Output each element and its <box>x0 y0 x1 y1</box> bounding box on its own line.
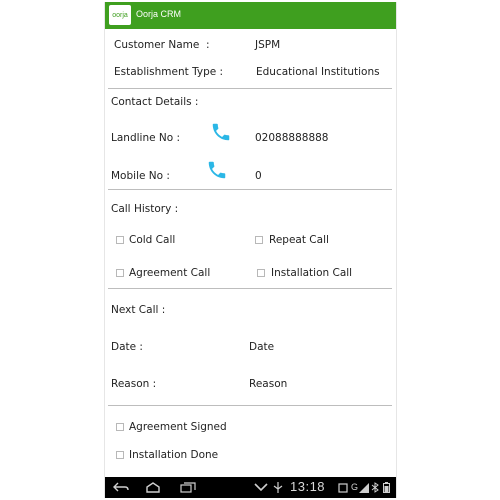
checkbox-repeat-call[interactable] <box>255 236 263 244</box>
back-icon[interactable] <box>113 482 129 493</box>
title-bar: oorja Oorja CRM <box>105 2 396 29</box>
checkbox-installation-done[interactable] <box>116 451 124 459</box>
contact-details-heading: Contact Details : <box>111 96 199 108</box>
reason-label: Reason : <box>111 378 157 390</box>
date-field[interactable]: Date <box>249 341 274 353</box>
mobile-label: Mobile No : <box>111 170 170 182</box>
network-type: G <box>351 482 359 492</box>
establishment-type-value: Educational Institutions <box>256 66 380 78</box>
divider <box>108 88 392 89</box>
bluetooth-icon <box>371 482 379 493</box>
recent-apps-icon[interactable] <box>180 482 196 493</box>
app-title: Oorja CRM <box>136 9 182 19</box>
checkbox-label[interactable]: Repeat Call <box>269 234 329 246</box>
checkbox-label[interactable]: Installation Call <box>271 267 352 279</box>
phone-icon[interactable] <box>206 159 228 181</box>
customer-name-label: Customer Name <box>114 39 200 51</box>
app-window: oorja Oorja CRM Customer Name : JSPM Est… <box>104 2 397 498</box>
checkbox-label[interactable]: Cold Call <box>129 234 175 246</box>
customer-name-value: JSPM <box>255 39 281 51</box>
app-logo: oorja <box>109 5 131 25</box>
home-icon[interactable] <box>145 482 161 493</box>
status-clock: 13:18 <box>290 479 326 494</box>
checkbox-agreement-signed[interactable] <box>116 423 124 431</box>
checkbox-label[interactable]: Agreement Signed <box>129 421 227 433</box>
signal-icon <box>359 483 369 493</box>
phone-icon[interactable] <box>210 121 232 143</box>
checkbox-label[interactable]: Agreement Call <box>129 267 210 279</box>
date-label: Date : <box>111 341 143 353</box>
reason-field[interactable]: Reason <box>249 378 287 390</box>
keyboard-collapse-icon <box>254 483 268 492</box>
landline-value[interactable]: 02088888888 <box>255 132 329 144</box>
usb-icon <box>273 482 283 493</box>
establishment-type-label: Establishment Type : <box>114 66 224 78</box>
sim-icon <box>338 483 348 493</box>
battery-icon <box>383 482 390 493</box>
system-nav-bar: 13:18 G <box>105 477 396 498</box>
customer-name-colon: : <box>206 39 210 51</box>
checkbox-label[interactable]: Installation Done <box>129 449 218 461</box>
checkbox-installation-call[interactable] <box>257 269 265 277</box>
call-history-heading: Call History : <box>111 203 179 215</box>
checkbox-agreement-call[interactable] <box>116 269 124 277</box>
landline-label: Landline No : <box>111 132 181 144</box>
divider <box>108 189 392 190</box>
next-call-heading: Next Call : <box>111 304 166 316</box>
divider <box>108 405 392 406</box>
checkbox-cold-call[interactable] <box>116 236 124 244</box>
divider <box>108 288 392 289</box>
mobile-value[interactable]: 0 <box>255 170 262 182</box>
